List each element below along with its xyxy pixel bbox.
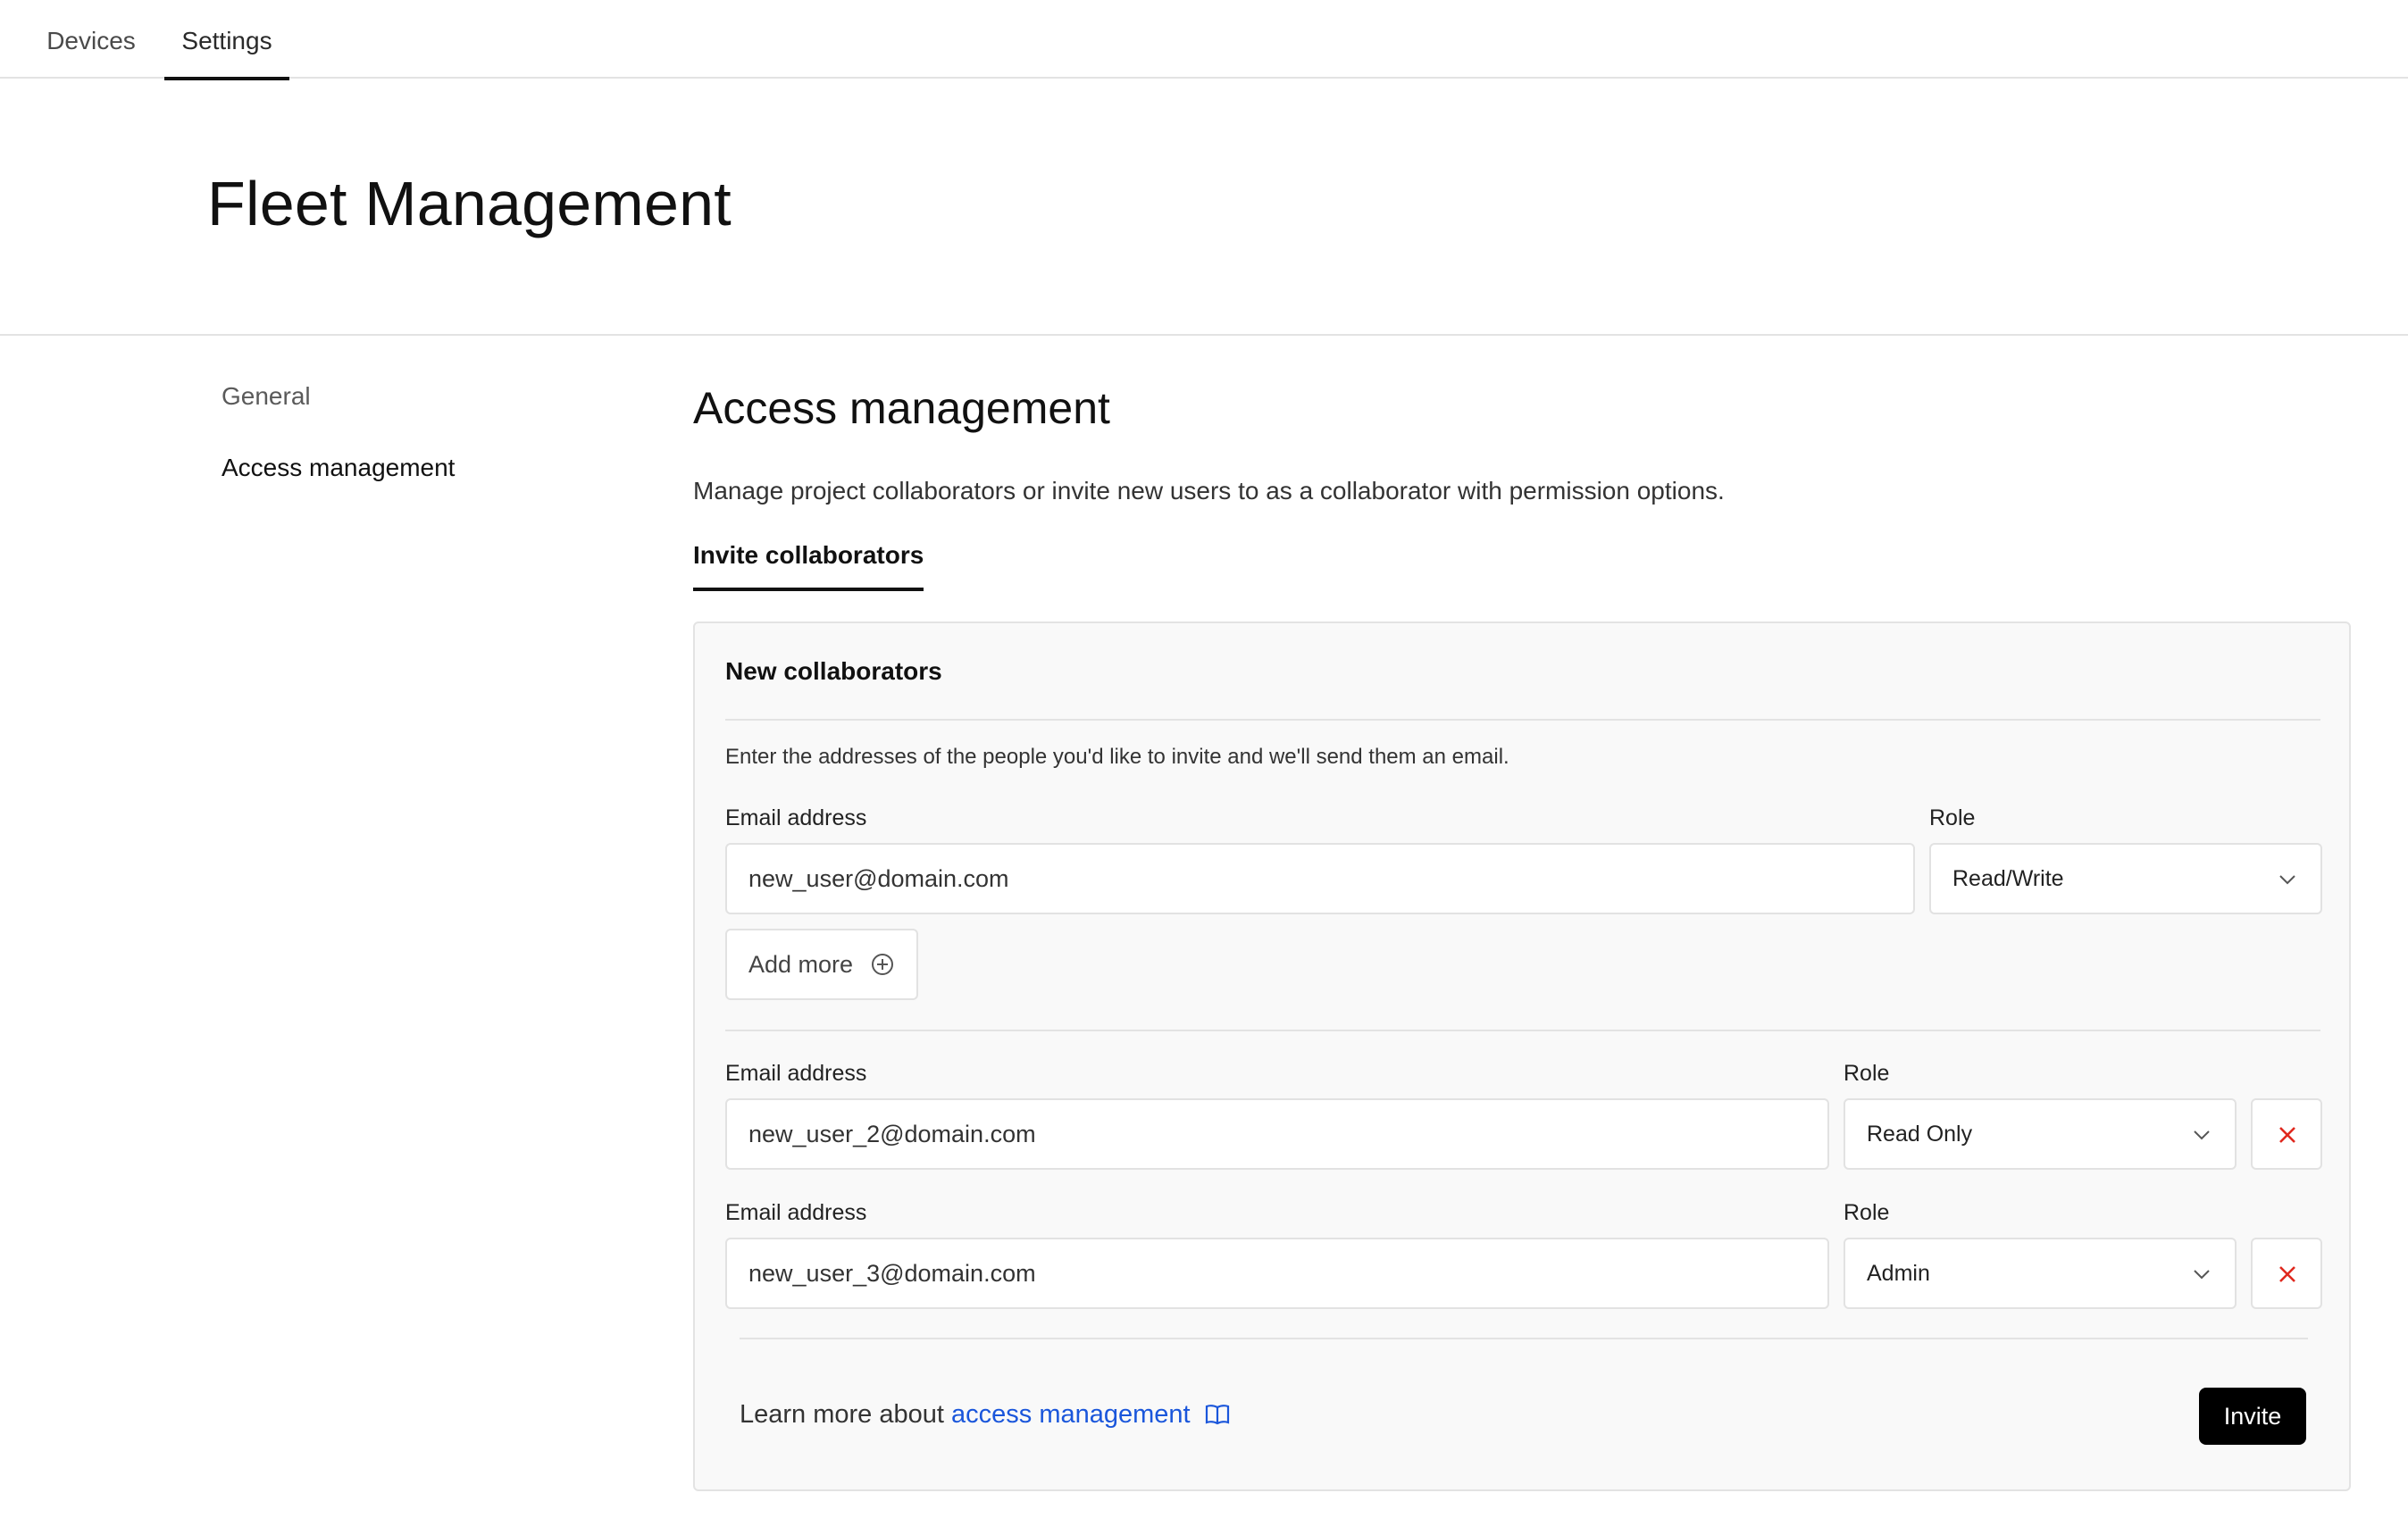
chevron-down-icon [2279,875,2295,885]
page-title: Fleet Management [207,169,732,238]
close-icon [2279,1266,2295,1282]
role-label: Role [1844,1061,1890,1086]
add-more-label: Add more [748,951,854,978]
page-header: Fleet Management [0,79,2408,336]
chevron-down-icon [2194,1130,2210,1140]
close-icon [2279,1127,2295,1143]
invite-button[interactable]: Invite [2199,1388,2306,1445]
section-description: Manage project collaborators or invite n… [693,477,1725,505]
new-collaborators-card: New collaborators Enter the addresses of… [693,621,2351,1491]
plus-circle-icon [872,954,893,975]
top-nav: Devices Settings [0,0,2408,80]
tab-invite-collaborators[interactable]: Invite collaborators [693,541,924,591]
role-label: Role [1929,805,1976,830]
access-management-link[interactable]: access management [951,1400,1191,1429]
book-icon[interactable] [1205,1403,1230,1426]
learn-more-prefix: Learn more about [740,1400,944,1429]
tab-settings[interactable]: Settings [164,0,289,80]
card-divider [725,719,2320,721]
role-select-value: Read Only [1867,1122,1973,1147]
email-label: Email address [725,805,867,830]
email-input-3[interactable]: new_user_3@domain.com [725,1238,1829,1309]
role-select-value: Read/Write [1952,866,2064,891]
add-more-button[interactable]: Add more [725,929,918,1000]
footer-divider [740,1338,2308,1339]
email-label: Email address [725,1061,867,1086]
learn-more-text: Learn more about access management [740,1400,1230,1430]
sidebar-item-general[interactable]: General [222,382,311,411]
role-select-3[interactable]: Admin [1844,1238,2237,1309]
email-label: Email address [725,1200,867,1225]
role-label: Role [1844,1200,1890,1225]
sidebar-item-access-management[interactable]: Access management [222,454,455,482]
email-input-1[interactable]: new_user@domain.com [725,843,1915,914]
section-title: Access management [693,383,1110,433]
role-select-1[interactable]: Read/Write [1929,843,2322,914]
remove-row-button[interactable] [2251,1238,2322,1309]
card-description: Enter the addresses of the people you'd … [725,745,1509,769]
row-divider [725,1030,2320,1031]
tab-devices[interactable]: Devices [20,0,163,79]
card-title: New collaborators [725,657,942,685]
email-input-2[interactable]: new_user_2@domain.com [725,1098,1829,1170]
chevron-down-icon [2194,1270,2210,1280]
remove-row-button[interactable] [2251,1098,2322,1170]
role-select-value: Admin [1867,1261,1930,1286]
role-select-2[interactable]: Read Only [1844,1098,2237,1170]
